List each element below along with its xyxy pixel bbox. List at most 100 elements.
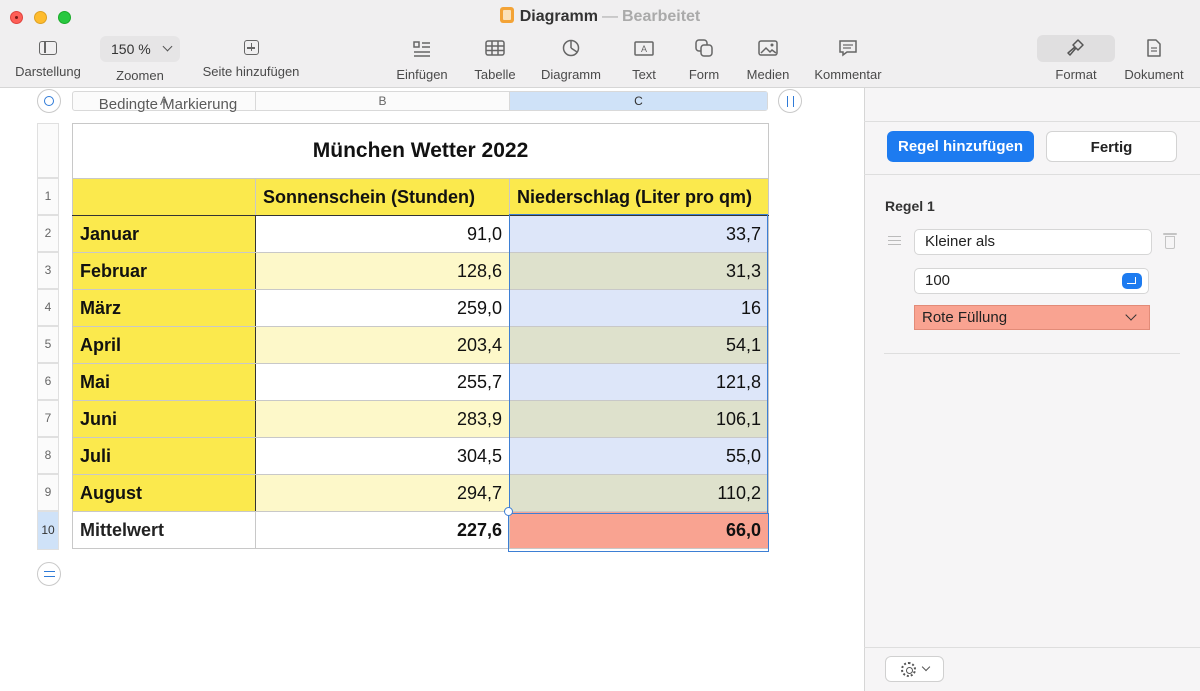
- sunshine-cell[interactable]: 283,9: [255, 400, 510, 438]
- rainfall-cell[interactable]: 33,7: [508, 215, 770, 253]
- row-header[interactable]: 6: [37, 363, 59, 400]
- value-field[interactable]: 100: [914, 268, 1149, 294]
- toolbar-label: Dokument: [1124, 67, 1184, 82]
- month-cell[interactable]: August: [72, 474, 256, 512]
- toolbar-darstellung-button[interactable]: Darstellung: [8, 34, 88, 84]
- month-cell[interactable]: Februar: [72, 252, 256, 290]
- shape-icon: [695, 39, 713, 57]
- value-text: 100: [925, 272, 951, 289]
- rainfall-cell[interactable]: 16: [508, 289, 770, 327]
- trash-icon[interactable]: [1163, 233, 1177, 249]
- toolbar-media-button[interactable]: Medien: [740, 34, 796, 84]
- column-header-c[interactable]: C: [510, 92, 767, 110]
- rainfall-cell[interactable]: 110,2: [508, 474, 770, 512]
- trash-can: [1165, 236, 1175, 249]
- rainfall-cell[interactable]: 121,8: [508, 363, 770, 401]
- table-row: April 203,4 54,1: [72, 326, 770, 364]
- done-button[interactable]: Fertig: [1046, 131, 1177, 162]
- table-icon: [485, 40, 505, 56]
- month-cell[interactable]: Juli: [72, 437, 256, 475]
- toolbar-shape-button[interactable]: Form: [680, 34, 728, 84]
- svg-text:A: A: [641, 44, 647, 54]
- row-header[interactable]: 10: [37, 511, 59, 550]
- chevron-down-icon: [162, 41, 173, 52]
- comment-icon: [839, 40, 857, 57]
- paintbrush-icon: [1067, 39, 1084, 56]
- table-row: Januar 91,0 33,7: [72, 215, 770, 253]
- toolbar-document-button[interactable]: Dokument: [1116, 34, 1192, 84]
- column-handle-icon: [787, 96, 794, 107]
- header-cell[interactable]: Niederschlag (Liter pro qm): [508, 178, 770, 216]
- month-cell[interactable]: Januar: [72, 215, 256, 253]
- toolbar-label: Text: [632, 67, 656, 82]
- style-value: Rote Füllung: [922, 309, 1008, 326]
- column-resize-handle[interactable]: [778, 89, 802, 113]
- toolbar-table-button[interactable]: Tabelle: [466, 34, 524, 84]
- row-header[interactable]: 3: [37, 252, 59, 289]
- header-cell[interactable]: [72, 178, 256, 216]
- table-title[interactable]: München Wetter 2022: [71, 123, 770, 179]
- divider: [864, 174, 1200, 175]
- row-header[interactable]: 5: [37, 326, 59, 363]
- add-rule-button[interactable]: Regel hinzufügen: [887, 131, 1034, 162]
- photo-icon: [758, 40, 778, 56]
- row-header[interactable]: 7: [37, 400, 59, 437]
- toolbar-label: Medien: [746, 67, 790, 82]
- rainfall-cell[interactable]: 106,1: [508, 400, 770, 438]
- rainfall-cell[interactable]: 31,3: [508, 252, 770, 290]
- table-row: März 259,0 16: [72, 289, 770, 327]
- rainfall-cell[interactable]: 54,1: [508, 326, 770, 364]
- header-cell[interactable]: Sonnenschein (Stunden): [255, 178, 510, 216]
- textbox-icon: A: [634, 41, 654, 56]
- actions-gear-button[interactable]: [885, 656, 944, 682]
- month-cell[interactable]: März: [72, 289, 256, 327]
- month-cell[interactable]: April: [72, 326, 256, 364]
- drag-handle-icon[interactable]: [888, 236, 901, 245]
- toolbar-label: Kommentar: [814, 67, 882, 82]
- table-row: Juni 283,9 106,1: [72, 400, 770, 438]
- condition-select[interactable]: Kleiner als: [914, 229, 1152, 255]
- toolbar-chart-button[interactable]: Diagramm: [536, 34, 606, 84]
- table-row: August 294,7 110,2: [72, 474, 770, 512]
- document-icon: [1147, 39, 1161, 57]
- row-header[interactable]: 9: [37, 474, 59, 511]
- row-header[interactable]: 8: [37, 437, 59, 474]
- month-cell[interactable]: Mai: [72, 363, 256, 401]
- toolbar-label: Seite hinzufügen: [202, 64, 300, 79]
- zoom-value: 150 %: [111, 41, 151, 57]
- selection-handle[interactable]: [504, 507, 513, 516]
- title-separator: —: [602, 8, 618, 25]
- row-header[interactable]: 2: [37, 215, 59, 252]
- sunshine-cell[interactable]: 304,5: [255, 437, 510, 475]
- footer-label-cell[interactable]: Mittelwert: [72, 511, 256, 549]
- toolbar-comment-button[interactable]: Kommentar: [808, 34, 888, 84]
- toolbar-format-button[interactable]: Format: [1037, 34, 1115, 84]
- sunshine-cell[interactable]: 128,6: [255, 252, 510, 290]
- footer-sunshine-cell[interactable]: 227,6: [255, 511, 510, 549]
- sunshine-cell[interactable]: 255,7: [255, 363, 510, 401]
- footer-rainfall-cell[interactable]: 66,0: [508, 511, 770, 549]
- cell-reference-icon[interactable]: [1122, 273, 1142, 289]
- toolbar-insert-button[interactable]: Einfügen: [390, 34, 454, 84]
- toolbar-label: Form: [688, 67, 720, 82]
- zoom-select[interactable]: 150 %: [100, 36, 180, 62]
- style-select[interactable]: Rote Füllung: [914, 305, 1150, 330]
- row-header[interactable]: 1: [37, 178, 59, 215]
- row-resize-handle[interactable]: [37, 562, 61, 586]
- sunshine-cell[interactable]: 91,0: [255, 215, 510, 253]
- sunshine-cell[interactable]: 294,7: [255, 474, 510, 512]
- sunshine-cell[interactable]: 203,4: [255, 326, 510, 364]
- list-icon: [413, 41, 430, 57]
- row-header[interactable]: 4: [37, 289, 59, 326]
- trash-lid: [1163, 233, 1177, 235]
- sunshine-cell[interactable]: 259,0: [255, 289, 510, 327]
- chevron-down-icon: [1125, 309, 1137, 321]
- toolbar-add-page-button[interactable]: Seite hinzufügen: [190, 34, 312, 84]
- toolbar-text-button[interactable]: A Text: [620, 34, 668, 84]
- rainfall-cell[interactable]: 55,0: [508, 437, 770, 475]
- gear-icon: [901, 662, 916, 677]
- month-cell[interactable]: Juni: [72, 400, 256, 438]
- toolbar-label: Einfügen: [396, 67, 448, 82]
- row-header-title[interactable]: [37, 123, 59, 178]
- row-handle-icon: [44, 571, 55, 577]
